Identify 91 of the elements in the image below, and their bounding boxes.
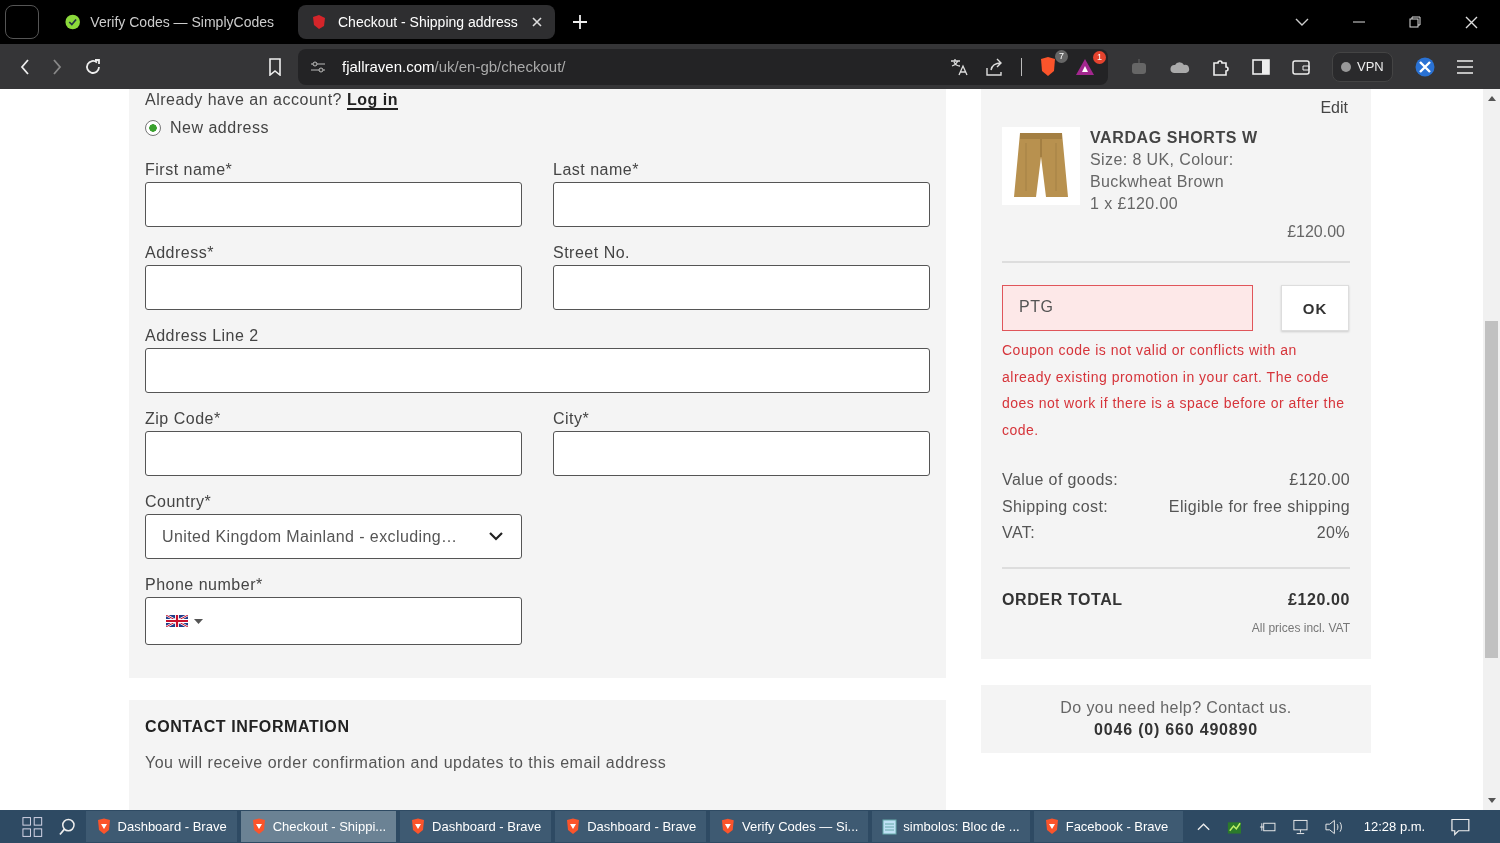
input-field[interactable]	[553, 431, 930, 476]
taskbar-item[interactable]: Verify Codes — Si...	[710, 811, 869, 842]
total-value: £120.00	[1289, 470, 1350, 490]
flag-icon[interactable]	[166, 615, 188, 627]
check-icon	[65, 13, 81, 31]
edit-link[interactable]: Edit	[1320, 99, 1348, 117]
translate-icon[interactable]	[949, 57, 969, 76]
contact-description: You will receive order confirmation and updates to this email address	[145, 754, 668, 772]
field-label: Address*	[145, 244, 215, 262]
back-icon[interactable]	[20, 58, 30, 75]
field-label: Street No.	[553, 244, 632, 262]
taskbar-item[interactable]: simbolos: Bloc de ...	[872, 811, 1030, 842]
total-label: Value of goods:	[1002, 470, 1118, 490]
input-field[interactable]	[553, 265, 930, 310]
rewards-count: 1	[1093, 50, 1106, 64]
restore-icon[interactable]	[1409, 16, 1421, 28]
browser-tab[interactable]: Checkout - Shipping address	[298, 5, 555, 39]
section-heading: CONTACT INFORMATION	[145, 718, 351, 736]
bookmark-icon[interactable]	[268, 57, 282, 76]
account-prompt: Already have an account?	[145, 91, 342, 108]
scrollbar[interactable]	[1483, 89, 1500, 810]
chevron-up-icon[interactable]	[1197, 822, 1211, 831]
input-field[interactable]	[145, 182, 522, 227]
sidebar-icon[interactable]	[1252, 58, 1270, 75]
close-icon[interactable]	[531, 16, 543, 28]
sliders-icon[interactable]	[310, 59, 326, 74]
menu-icon[interactable]	[1456, 59, 1473, 74]
network-icon[interactable]	[1292, 818, 1309, 835]
input-field[interactable]	[553, 182, 930, 227]
coupon-field[interactable]: PTG	[1002, 285, 1253, 331]
notepad-icon	[882, 818, 898, 835]
x-logo-icon[interactable]	[1414, 56, 1435, 77]
vat-note: All prices incl. VAT	[1251, 620, 1350, 635]
field-label: First name*	[145, 161, 234, 179]
total-value: Eligible for free shipping	[1168, 496, 1350, 517]
caret-icon[interactable]	[194, 618, 203, 624]
radio-label: New address	[170, 119, 269, 137]
product-name: VARDAG SHORTS W	[1090, 128, 1259, 148]
phone-field[interactable]	[145, 597, 522, 645]
shields-count: 7	[1055, 49, 1068, 63]
help-text: Do you need help? Contact us.	[1059, 698, 1293, 717]
taskbar-item[interactable]: Dashboard - Brave	[400, 811, 552, 842]
search-icon[interactable]	[58, 817, 76, 836]
speaker-icon[interactable]	[1325, 818, 1344, 835]
address-bar[interactable]: fjallraven.com/uk/en-gb/checkout/ 7 1	[298, 48, 1108, 85]
close-icon[interactable]	[1465, 15, 1478, 29]
tab-overview-button[interactable]	[5, 5, 39, 39]
browser-tab[interactable]: Verify Codes — SimplyCodes	[53, 5, 286, 39]
chevron-down-icon	[489, 532, 503, 541]
wallet-icon[interactable]	[1292, 58, 1310, 75]
reload-icon[interactable]	[84, 57, 102, 76]
new-tab-icon[interactable]	[573, 15, 587, 29]
order-total-value: £120.00	[1287, 590, 1350, 609]
radio-button[interactable]	[145, 120, 161, 136]
clock[interactable]: 12:28 p.m.	[1363, 819, 1426, 834]
chevron-down-icon[interactable]	[1295, 18, 1309, 26]
forward-icon[interactable]	[52, 58, 62, 75]
dot-icon	[1341, 61, 1351, 72]
input-field[interactable]	[145, 265, 522, 310]
field-label: Zip Code*	[145, 410, 222, 428]
help-phone: 0046 (0) 660 490890	[1093, 720, 1259, 739]
field-label: Country*	[145, 493, 213, 511]
total-value: 20%	[1316, 523, 1350, 543]
product-details: Size: 8 UK, Colour: Buckwheat Brown	[1090, 150, 1235, 192]
notification-icon[interactable]	[1451, 817, 1470, 836]
login-link[interactable]: Log in	[346, 91, 398, 110]
line-total: £120.00	[1287, 223, 1345, 241]
total-label: VAT:	[1002, 523, 1035, 543]
vpn-button[interactable]: VPN	[1332, 51, 1393, 82]
field-label: Address Line 2	[145, 327, 260, 345]
share-icon[interactable]	[985, 57, 1005, 76]
puzzle-icon[interactable]	[1212, 57, 1230, 76]
taskbar-item[interactable]: Facebook - Brave	[1033, 811, 1184, 842]
product-quantity: 1 x £120.00	[1090, 194, 1180, 214]
taskbar-item[interactable]: Dashboard - Brave	[85, 811, 237, 842]
taskbar-item[interactable]: Checkout - Shippi...	[240, 811, 397, 842]
scroll-down-icon[interactable]	[1487, 798, 1496, 804]
country-select[interactable]: United Kingdom Mainland - excluding…	[145, 514, 522, 559]
field-label: City*	[553, 410, 591, 428]
error-message: Coupon code is not valid or conflicts with an already existing promotion in your cart. The code does not work if there is a space before or after the code.	[1002, 341, 1346, 440]
cloud-icon[interactable]	[1170, 59, 1190, 74]
field-label: Phone number*	[145, 576, 264, 594]
field-label: Last name*	[553, 161, 640, 179]
input-field[interactable]	[145, 348, 930, 393]
order-total-label: ORDER TOTAL	[1002, 590, 1123, 609]
scroll-up-icon[interactable]	[1487, 95, 1496, 101]
total-label: Shipping cost:	[1002, 496, 1109, 517]
taskbar-item[interactable]: Dashboard - Brave	[555, 811, 707, 842]
start-icon[interactable]	[22, 815, 43, 838]
apply-button[interactable]: OK	[1281, 285, 1349, 331]
input-field[interactable]	[145, 431, 522, 476]
